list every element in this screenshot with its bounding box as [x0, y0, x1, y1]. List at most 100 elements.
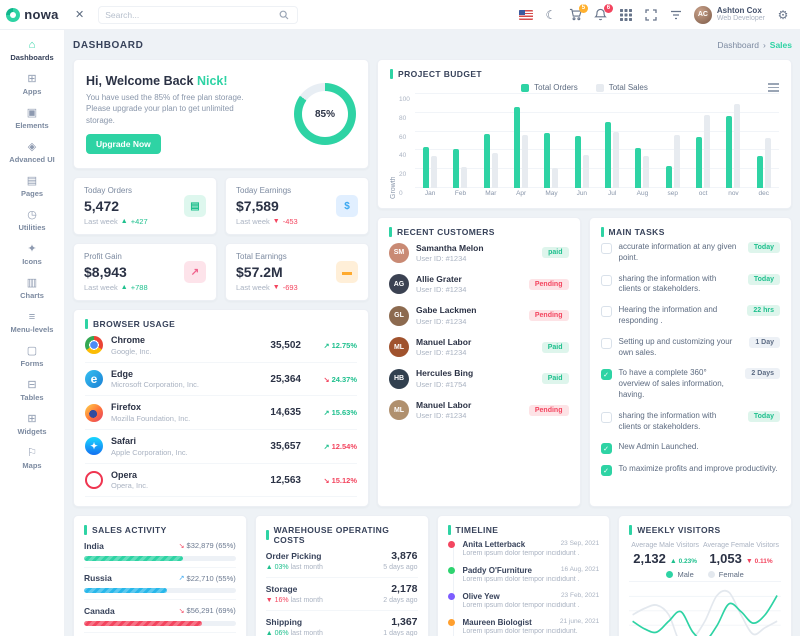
sidebar-item[interactable]: ▣ Elements: [0, 102, 64, 136]
customer-row[interactable]: GL Gabe Lackmen User ID: #1234 Pending: [389, 300, 569, 331]
sales-value: ↘ $32,879 (65%): [179, 541, 236, 550]
sales-activity-card: SALES ACTIVITY India ↘ $32,879 (65%): [73, 515, 247, 636]
browser-name: Firefox: [111, 402, 190, 414]
sidebar-item[interactable]: ◈ Advanced UI: [0, 136, 64, 170]
sidebar-item-icon: ▣: [27, 108, 37, 119]
upgrade-now-button[interactable]: Upgrade Now: [86, 134, 161, 154]
task-checkbox[interactable]: [601, 369, 612, 380]
legend-item[interactable]: Total Sales: [596, 83, 648, 92]
timeline-row: Anita Letterback 23 Sep, 2021 Lorem ipsu…: [448, 535, 600, 561]
task-checkbox[interactable]: [601, 465, 612, 476]
customer-row[interactable]: HB Hercules Bing User ID: #1754 Paid: [389, 363, 569, 394]
stat-icon: ▤: [184, 195, 206, 217]
customer-avatar: HB: [389, 369, 409, 389]
stat-change: Last week ▲ +427: [84, 217, 148, 226]
browser-row[interactable]: Safari Apple Corporation, Inc. 35,657 ↗ …: [85, 430, 357, 464]
top-navbar: nowa ✕ ☾ 5 6: [0, 0, 800, 30]
customer-avatar: ML: [389, 337, 409, 357]
stat-delta: -453: [283, 217, 298, 226]
sidebar-item[interactable]: ✦ Icons: [0, 238, 64, 272]
bar-Jul: [613, 132, 619, 188]
bar-Jan: [423, 147, 429, 188]
sidebar-item[interactable]: ⌂ Dashboards: [0, 34, 64, 68]
sidebar-item[interactable]: ⊟ Tables: [0, 374, 64, 408]
bar-chart-plot: 020406080100: [415, 94, 779, 188]
task-checkbox[interactable]: [601, 275, 612, 286]
cost-ago: 1 days ago: [383, 630, 417, 636]
notifications-bell-icon[interactable]: 6: [594, 8, 608, 22]
logo[interactable]: nowa: [0, 7, 65, 22]
sidebar-item[interactable]: ▥ Charts: [0, 272, 64, 306]
customer-row[interactable]: SM Samantha Melon User ID: #1234 paid: [389, 237, 569, 268]
fullscreen-icon[interactable]: [644, 8, 658, 22]
stat-card[interactable]: Profit Gain $8,943 Last week ▲ +788 ↗: [73, 243, 217, 301]
legend-item[interactable]: Total Orders: [521, 83, 578, 92]
browser-row[interactable]: Firefox Mozilla Foundation, Inc. 14,635 …: [85, 396, 357, 430]
customer-row[interactable]: AG Allie Grater User ID: #1234 Pending: [389, 268, 569, 299]
customer-name: Hercules Bing: [416, 368, 473, 379]
apps-grid-icon[interactable]: [619, 8, 633, 22]
sidebar-item[interactable]: ⊞ Apps: [0, 68, 64, 102]
breadcrumb-parent[interactable]: Dashboard: [717, 40, 759, 50]
filter-icon[interactable]: [669, 8, 683, 22]
trend-arrow-icon: ▼: [273, 284, 280, 291]
cost-change: ▼ 16% last month: [266, 597, 323, 604]
browser-change: ↗ 15.63%: [309, 408, 357, 417]
settings-gear-icon[interactable]: ⚙: [776, 8, 790, 22]
app-window: nowa ✕ ☾ 5 6: [0, 0, 800, 636]
sidebar-toggle-close-icon[interactable]: ✕: [75, 8, 84, 21]
bar-Feb: [461, 167, 467, 188]
line-series-female: [633, 591, 778, 636]
user-name: Ashton Cox: [717, 6, 765, 16]
sidebar-item[interactable]: ⊞ Widgets: [0, 408, 64, 442]
stat-card[interactable]: Today Earnings $7,589 Last week ▼ -453 $: [225, 177, 369, 235]
sidebar-item-label: Apps: [23, 87, 42, 96]
legend-item[interactable]: Male: [666, 570, 693, 579]
browser-row[interactable]: O Opera Opera, Inc. 12,563 ↘ 15.12%: [85, 464, 357, 498]
timeline-date: 23 Sep, 2021: [561, 540, 600, 549]
sales-value: ↘ $56,291 (69%): [179, 606, 236, 615]
cart-icon[interactable]: 5: [569, 8, 583, 22]
task-text: sharing the information with clients or …: [619, 411, 737, 433]
sidebar-item[interactable]: ◷ Utilities: [0, 204, 64, 238]
task-checkbox[interactable]: [601, 412, 612, 423]
sidebar-item-icon: ◷: [27, 210, 37, 221]
task-row: accurate information at any given point.…: [601, 237, 781, 269]
stat-cards: Today Orders 5,472 Last week ▲ +427 ▤: [73, 177, 369, 301]
cost-value: 3,876: [391, 550, 417, 562]
customer-row[interactable]: ML Manuel Labor User ID: #1234 Pending: [389, 394, 569, 425]
browser-row[interactable]: e Edge Microsoft Corporation, Inc. 25,36…: [85, 363, 357, 397]
sidebar-item[interactable]: ⚐ Maps: [0, 442, 64, 476]
browser-row[interactable]: Chrome Google, Inc. 35,502 ↗ 12.75%: [85, 329, 357, 363]
user-menu[interactable]: AC Ashton Cox Web Developer: [694, 6, 765, 24]
browser-company: Opera, Inc.: [111, 481, 148, 490]
browser-company: Google, Inc.: [111, 347, 151, 356]
page-title: DASHBOARD: [73, 40, 143, 51]
task-checkbox[interactable]: [601, 306, 612, 317]
task-checkbox[interactable]: [601, 443, 612, 454]
stat-delta: +427: [131, 217, 148, 226]
sidebar-item[interactable]: ▤ Pages: [0, 170, 64, 204]
language-flag-icon[interactable]: [519, 8, 533, 22]
sidebar-item-label: Pages: [21, 189, 43, 198]
task-checkbox[interactable]: [601, 338, 612, 349]
customer-row[interactable]: ML Manuel Labor User ID: #1234 Paid: [389, 331, 569, 362]
stat-card[interactable]: Total Earnings $57.2M Last week ▼ -693 ▬: [225, 243, 369, 301]
warehouse-row: Shipping 1,367 ▲ 06% last month 1 days a…: [266, 611, 418, 636]
sidebar-item[interactable]: ▢ Forms: [0, 340, 64, 374]
sales-activity-row: Canada ↘ $56,291 (69%): [84, 600, 236, 633]
chart-menu-icon[interactable]: [768, 83, 779, 92]
search-icon[interactable]: [277, 8, 291, 22]
sidebar-item-icon: ⊟: [27, 380, 36, 391]
task-checkbox[interactable]: [601, 243, 612, 254]
bar-Apr: [514, 107, 520, 188]
search-input[interactable]: [105, 10, 271, 20]
task-row: sharing the information with clients or …: [601, 269, 781, 301]
notifications-badge: 6: [604, 4, 613, 13]
customer-avatar: SM: [389, 243, 409, 263]
dark-mode-moon-icon[interactable]: ☾: [544, 8, 558, 22]
legend-item[interactable]: Female: [708, 570, 744, 579]
line-series-male: [633, 596, 778, 636]
sidebar-item[interactable]: ≡ Menu-levels: [0, 306, 64, 340]
stat-card[interactable]: Today Orders 5,472 Last week ▲ +427 ▤: [73, 177, 217, 235]
